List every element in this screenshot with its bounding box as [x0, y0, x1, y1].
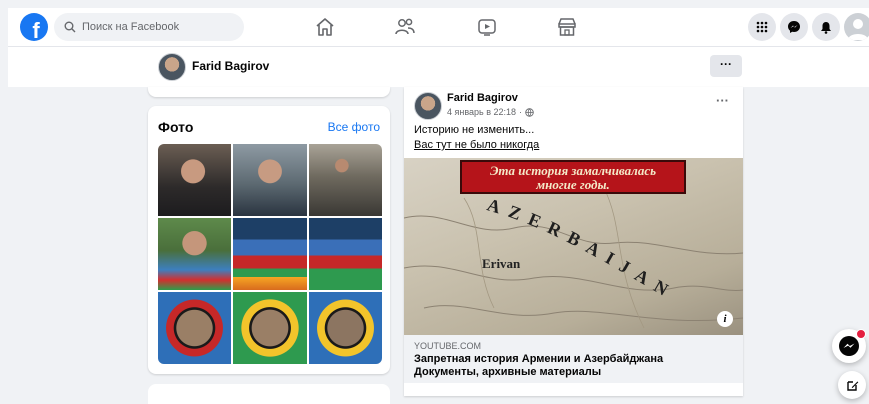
photo-thumbnail[interactable] [308, 218, 382, 290]
link-domain: YOUTUBE.COM [414, 341, 482, 351]
photo-thumbnail[interactable] [158, 144, 232, 216]
compose-icon [846, 380, 858, 391]
profile-header-bar: Farid Bagirov ··· [8, 47, 869, 87]
search-input[interactable] [80, 20, 234, 34]
photo-thumbnail[interactable] [308, 144, 382, 216]
home-icon[interactable] [314, 16, 336, 38]
avatar[interactable] [414, 92, 442, 120]
post-author[interactable]: Farid Bagirov [447, 92, 518, 104]
search-icon [64, 21, 76, 33]
profile-name[interactable]: Farid Bagirov [192, 59, 269, 73]
photos-title: Фото [158, 119, 194, 135]
default-avatar-icon [848, 19, 868, 40]
photo-thumbnail[interactable] [233, 218, 307, 290]
avatar[interactable] [158, 53, 186, 81]
photo-thumbnail[interactable] [158, 292, 232, 364]
notifications-button[interactable] [812, 13, 840, 41]
watch-icon[interactable] [476, 16, 498, 38]
post-card: Farid Bagirov 4 январь в 22:18 · ··· Ист… [404, 87, 743, 396]
link-preview-info[interactable]: YOUTUBE.COM Запретная история Армении и … [404, 335, 743, 383]
see-all-photos-link[interactable]: Все фото [328, 120, 380, 134]
post-more-button[interactable]: ··· [716, 93, 729, 108]
svg-text:AZERBAIJAN: AZERBAIJAN [485, 195, 680, 305]
photo-thumbnail[interactable] [158, 218, 232, 290]
post-text-line: Историю не изменить... [414, 124, 535, 136]
photo-thumbnail[interactable] [308, 292, 382, 364]
account-avatar[interactable] [844, 13, 869, 41]
messenger-button[interactable] [780, 13, 808, 41]
photo-thumbnail[interactable] [233, 292, 307, 364]
menu-button[interactable] [748, 13, 776, 41]
post-meta: 4 январь в 22:18 · [447, 107, 534, 117]
info-icon[interactable]: i [717, 311, 733, 327]
messenger-icon [788, 21, 800, 33]
profile-more-button[interactable]: ··· [710, 55, 742, 77]
map-label-azerbaijan: AZERBAIJAN [485, 195, 680, 305]
photos-card: Фото Все фото [148, 106, 390, 374]
bell-icon [821, 21, 831, 34]
link-title[interactable]: Запретная история Армении и Азербайджана… [414, 353, 724, 379]
search-box[interactable] [54, 13, 244, 41]
next-card-top [148, 384, 390, 404]
top-navigation-bar: f [8, 8, 869, 47]
globe-icon [525, 107, 534, 117]
link-preview-image[interactable]: Эта история замалчивалась многие годы. E… [404, 158, 743, 335]
photo-thumbnail[interactable] [233, 144, 307, 216]
facebook-logo[interactable]: f [20, 13, 48, 41]
post-text-line: Вас тут не было никогда [414, 139, 540, 151]
new-message-button[interactable] [838, 371, 866, 399]
notification-dot [856, 329, 866, 339]
messenger-icon [839, 336, 859, 356]
intro-card-bottom [148, 87, 390, 97]
photo-grid [158, 144, 382, 364]
friends-icon[interactable] [394, 16, 416, 38]
marketplace-icon[interactable] [556, 16, 578, 38]
post-timestamp[interactable]: 4 январь в 22:18 [447, 107, 516, 117]
messenger-chat-button[interactable] [832, 329, 866, 363]
grid-menu-icon [756, 21, 768, 33]
